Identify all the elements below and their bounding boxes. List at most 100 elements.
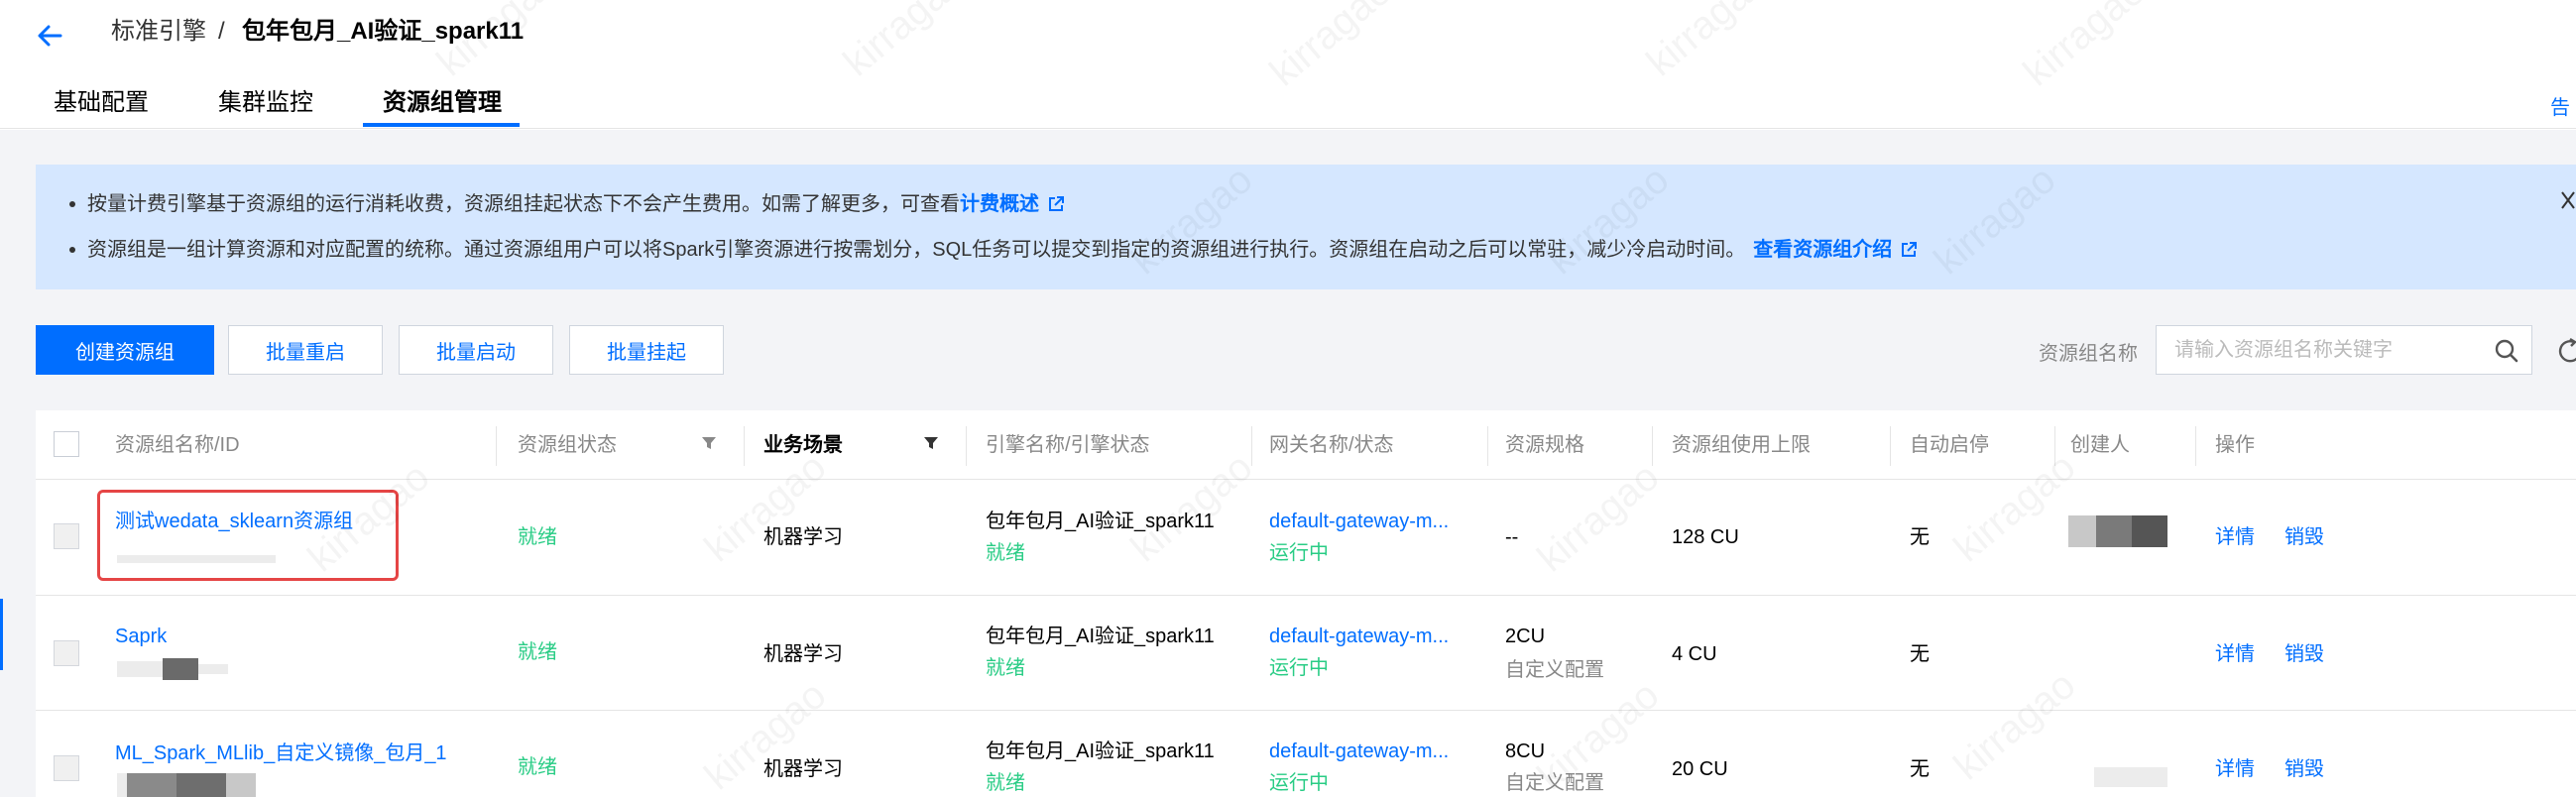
batch-suspend-button[interactable]: 批量挂起	[569, 325, 724, 375]
status-ready: 就绪	[518, 526, 557, 548]
row-checkbox[interactable]	[54, 640, 79, 666]
gateway-name-link[interactable]: default-gateway-m...	[1269, 623, 1449, 650]
batch-restart-button[interactable]: 批量重启	[228, 325, 383, 375]
active-tab-indicator	[363, 123, 520, 127]
notice-text-2: 资源组是一组计算资源和对应配置的统称。通过资源组用户可以将Spark引擎资源进行…	[87, 239, 1746, 261]
bullet-icon	[69, 247, 75, 253]
creator-avatar-redacted	[2094, 767, 2167, 787]
gateway-status: 运行中	[1269, 772, 1329, 794]
column-header-engine: 引擎名称/引擎状态	[986, 434, 1150, 456]
engine-name: 包年包月_AI验证_spark11	[986, 511, 1215, 532]
scene-value: 机器学习	[763, 526, 843, 548]
status-ready: 就绪	[518, 756, 557, 778]
detail-link[interactable]: 详情	[2215, 640, 2255, 668]
arrow-left-icon	[38, 25, 62, 47]
limit-value: 20 CU	[1672, 758, 1728, 780]
resource-group-name-link[interactable]: ML_Spark_MLlib_自定义镜像_包月_1	[115, 740, 447, 767]
close-icon	[2561, 191, 2575, 209]
row-checkbox[interactable]	[54, 523, 79, 549]
search-label: 资源组名称	[2039, 343, 2138, 365]
alert-link[interactable]: 告	[2550, 91, 2570, 120]
column-header-actions: 操作	[2215, 434, 2255, 456]
gateway-name-link[interactable]: default-gateway-m...	[1269, 508, 1449, 535]
destroy-link[interactable]: 销毁	[2284, 640, 2324, 668]
column-divider	[1652, 426, 1653, 466]
engine-name: 包年包月_AI验证_spark11	[986, 740, 1215, 762]
scene-filter-icon[interactable]	[922, 434, 940, 452]
notice-close-button[interactable]	[2560, 188, 2576, 219]
resource-group-intro-link-text: 查看资源组介绍	[1753, 239, 1893, 261]
column-divider	[2195, 426, 2196, 466]
auto-stop-value: 无	[1910, 758, 1930, 780]
column-header-limit: 资源组使用上限	[1672, 434, 1811, 456]
column-divider	[966, 426, 967, 466]
auto-stop-value: 无	[1910, 643, 1930, 665]
column-divider	[1890, 426, 1891, 466]
back-button[interactable]	[28, 14, 71, 57]
destroy-link[interactable]: 销毁	[2284, 755, 2324, 783]
spec-value: --	[1505, 526, 1519, 548]
search-icon[interactable]	[2494, 338, 2519, 364]
batch-start-button[interactable]: 批量启动	[399, 325, 553, 375]
scene-value: 机器学习	[763, 758, 843, 780]
gateway-name-link[interactable]: default-gateway-m...	[1269, 738, 1449, 765]
billing-overview-link-text: 计费概述	[960, 193, 1039, 215]
billing-overview-link[interactable]: 计费概述	[960, 190, 1065, 218]
scene-value: 机器学习	[763, 643, 843, 665]
redacted-id	[117, 658, 246, 680]
info-notice	[36, 165, 2576, 289]
column-divider	[496, 426, 497, 466]
column-divider	[2054, 426, 2055, 466]
row-divider	[36, 710, 2576, 711]
notice-line-2: 资源组是一组计算资源和对应配置的统称。通过资源组用户可以将Spark引擎资源进行…	[69, 236, 1918, 264]
bullet-icon	[69, 201, 75, 207]
tab-cluster-monitor[interactable]: 集群监控	[218, 87, 313, 119]
notice-text-1: 按量计费引擎基于资源组的运行消耗收费，资源组挂起状态下不会产生费用。如需了解更多…	[87, 193, 960, 215]
highlight-annotation	[97, 490, 399, 581]
spec-value: 8CU	[1505, 740, 1546, 762]
column-header-spec: 资源规格	[1505, 434, 1584, 456]
engine-status: 就绪	[986, 657, 1025, 679]
auto-stop-value: 无	[1910, 526, 1930, 548]
breadcrumb-parent[interactable]: 标准引擎	[111, 16, 206, 48]
limit-value: 4 CU	[1672, 643, 1717, 665]
gateway-status: 运行中	[1269, 657, 1329, 679]
column-header-auto-stop: 自动启停	[1910, 434, 1989, 456]
row-divider	[36, 595, 2576, 596]
redacted-id	[117, 773, 266, 797]
detail-link[interactable]: 详情	[2215, 523, 2255, 551]
sidebar-drag-handle[interactable]	[0, 599, 3, 670]
limit-value: 128 CU	[1672, 526, 1739, 548]
column-header-scene: 业务场景	[763, 434, 843, 456]
select-all-checkbox[interactable]	[54, 431, 79, 457]
breadcrumb-separator: /	[218, 18, 225, 45]
tab-resource-group[interactable]: 资源组管理	[383, 87, 502, 119]
spec-subtext: 自定义配置	[1505, 772, 1604, 794]
row-checkbox[interactable]	[54, 755, 79, 781]
column-divider	[744, 426, 745, 466]
notice-line-1: 按量计费引擎基于资源组的运行消耗收费，资源组挂起状态下不会产生费用。如需了解更多…	[69, 190, 1065, 218]
refresh-icon	[2558, 337, 2576, 363]
status-ready: 就绪	[518, 641, 557, 663]
spec-subtext: 自定义配置	[1505, 659, 1604, 681]
column-header-name: 资源组名称/ID	[115, 434, 240, 456]
spec-value: 2CU	[1505, 626, 1546, 647]
column-header-gateway: 网关名称/状态	[1269, 434, 1394, 456]
page-title: 包年包月_AI验证_spark11	[242, 18, 525, 45]
engine-status: 就绪	[986, 542, 1025, 564]
destroy-link[interactable]: 销毁	[2284, 523, 2324, 551]
tab-basic-config[interactable]: 基础配置	[54, 87, 149, 119]
gateway-status: 运行中	[1269, 542, 1329, 564]
search-box	[2156, 325, 2532, 375]
column-divider	[1251, 426, 1252, 466]
refresh-button[interactable]	[2552, 337, 2576, 363]
resource-group-intro-link[interactable]: 查看资源组介绍	[1753, 236, 1918, 264]
column-divider	[1487, 426, 1488, 466]
resource-group-name-link[interactable]: Saprk	[115, 623, 167, 650]
search-input[interactable]	[2157, 327, 2474, 373]
detail-link[interactable]: 详情	[2215, 755, 2255, 783]
create-resource-group-button[interactable]: 创建资源组	[36, 325, 214, 375]
status-filter-icon[interactable]	[700, 434, 718, 452]
creator-avatar-redacted	[2068, 515, 2167, 547]
column-header-status: 资源组状态	[518, 434, 617, 456]
